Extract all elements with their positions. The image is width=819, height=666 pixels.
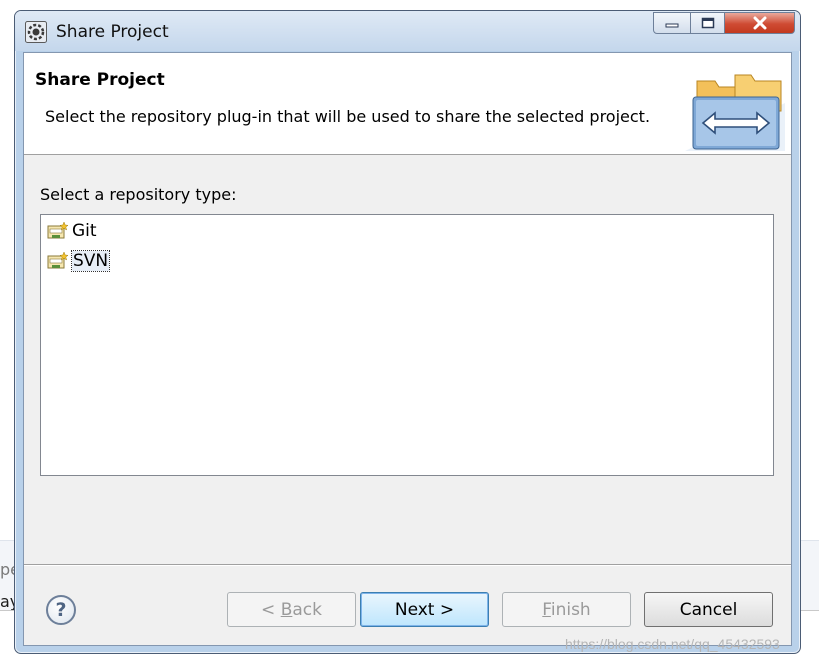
finish-button-mnemonic: F	[542, 599, 551, 620]
back-button-rest: ack	[292, 599, 322, 620]
title-bar[interactable]: Share Project	[15, 11, 800, 51]
finish-button[interactable]: Finish	[502, 592, 631, 627]
minimize-icon	[665, 23, 679, 28]
back-button-mnemonic: B	[280, 599, 293, 620]
list-item-svn[interactable]: SVN	[47, 248, 111, 274]
eclipse-app-icon	[25, 21, 47, 43]
button-bar-divider	[24, 564, 791, 566]
repository-type-label: Select a repository type:	[40, 185, 237, 204]
back-button-prefix: <	[261, 599, 281, 620]
maximize-icon	[701, 17, 714, 29]
share-project-dialog: Share Project Share Project Select the r…	[14, 10, 801, 654]
share-folders-icon	[685, 74, 785, 151]
finish-button-rest: inish	[550, 599, 591, 620]
back-button[interactable]: < Back	[227, 592, 356, 627]
repository-type-list[interactable]: Git SVN	[40, 214, 774, 476]
next-button[interactable]: Next >	[360, 592, 489, 627]
maximize-button[interactable]	[691, 12, 725, 34]
close-button[interactable]	[725, 12, 795, 34]
list-item-label: SVN	[70, 250, 111, 272]
window-title: Share Project	[56, 22, 169, 42]
watermark-text: https://blog.csdn.net/qq_45432593	[565, 636, 780, 652]
wizard-header: Share Project Select the repository plug…	[24, 53, 791, 155]
svn-repository-icon	[47, 251, 69, 269]
window-caption-buttons	[653, 12, 795, 36]
help-icon[interactable]: ?	[46, 595, 76, 625]
git-repository-icon	[47, 221, 69, 239]
minimize-button[interactable]	[653, 12, 691, 34]
list-item-label: Git	[72, 221, 97, 241]
wizard-page-title: Share Project	[35, 70, 165, 90]
cancel-button[interactable]: Cancel	[644, 592, 773, 627]
list-item-git[interactable]: Git	[47, 218, 97, 244]
wizard-page-description: Select the repository plug-in that will …	[45, 107, 651, 126]
dialog-client-area: Share Project Select the repository plug…	[23, 52, 792, 646]
close-icon	[753, 16, 766, 30]
